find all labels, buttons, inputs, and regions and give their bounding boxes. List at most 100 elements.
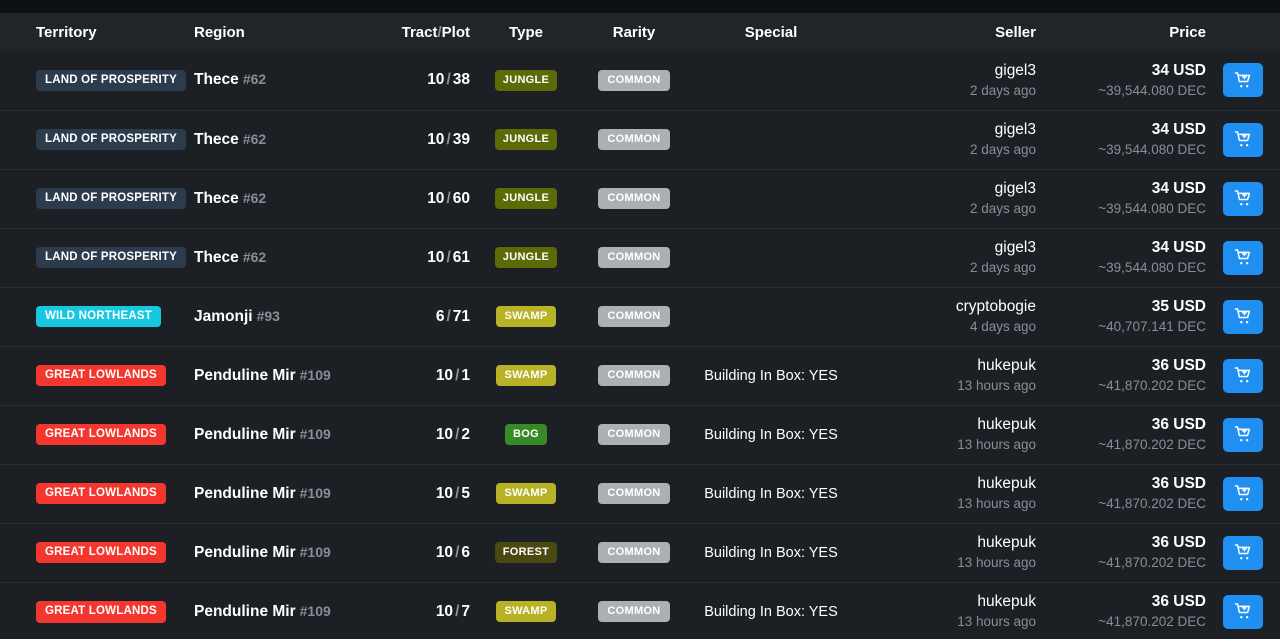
cell-tract-plot: 10/61 (360, 228, 470, 287)
column-header-region[interactable]: Region (180, 13, 360, 51)
add-to-cart-button[interactable] (1223, 122, 1263, 157)
region-id: #62 (242, 248, 267, 265)
region-name[interactable]: Thece (194, 71, 239, 88)
table-row[interactable]: GREAT LOWLANDS Penduline Mir #109 10/1 SWAMP… (0, 346, 1280, 405)
territory-badge[interactable]: GREAT LOWLANDS (36, 364, 166, 387)
rarity-badge[interactable]: COMMON (598, 542, 670, 563)
add-to-cart-button[interactable] (1223, 594, 1263, 629)
rarity-badge[interactable]: COMMON (598, 129, 670, 150)
seller-name[interactable]: gigel3 (856, 61, 1036, 82)
table-row[interactable]: LAND OF PROSPERITY Thece #62 10/61 JUNGLE COM… (0, 228, 1280, 287)
listing-timestamp: 2 days ago (969, 259, 1036, 275)
type-badge[interactable]: JUNGLE (494, 247, 558, 268)
tract-number: 10 (435, 366, 454, 384)
territory-badge[interactable]: LAND OF PROSPERITY (36, 187, 187, 210)
territory-badge[interactable]: WILD NORTHEAST (36, 305, 161, 328)
rarity-badge[interactable]: COMMON (598, 601, 670, 623)
rarity-badge[interactable]: COMMON (598, 424, 670, 445)
cell-tract-plot: 10/1 (360, 346, 470, 405)
seller-name[interactable]: hukepuk (856, 533, 1036, 554)
region-name[interactable]: Jamonji (194, 308, 253, 325)
add-to-cart-button[interactable] (1223, 240, 1263, 275)
cart-plus-icon (1234, 425, 1253, 444)
cell-price: 36 USD ~41,870.202 DEC (1036, 464, 1206, 523)
add-to-cart-button[interactable] (1223, 63, 1263, 98)
cell-tract-plot: 10/2 (360, 405, 470, 464)
add-to-cart-button[interactable] (1223, 299, 1263, 334)
territory-badge[interactable]: GREAT LOWLANDS (36, 601, 166, 623)
plot-number: 39 (452, 130, 470, 148)
seller-name[interactable]: gigel3 (856, 238, 1036, 259)
listing-timestamp: 13 hours ago (957, 377, 1036, 393)
table-row[interactable]: WILD NORTHEAST Jamonji #93 6/71 SWAMP COMMON c… (0, 287, 1280, 346)
cell-special (686, 228, 856, 287)
region-name[interactable]: Thece (194, 249, 239, 266)
region-name[interactable]: Penduline Mir (194, 603, 296, 620)
type-badge[interactable]: JUNGLE (494, 129, 558, 150)
territory-badge[interactable]: LAND OF PROSPERITY (36, 69, 187, 91)
territory-badge[interactable]: LAND OF PROSPERITY (36, 246, 187, 269)
cart-plus-icon (1234, 543, 1253, 562)
cell-territory: GREAT LOWLANDS (0, 523, 180, 582)
column-header-special[interactable]: Special (686, 13, 856, 51)
seller-name[interactable]: hukepuk (856, 474, 1036, 495)
seller-name[interactable]: gigel3 (856, 120, 1036, 141)
column-header-rarity[interactable]: Rarity (582, 13, 686, 51)
cell-rarity: COMMON (582, 228, 686, 287)
cell-seller: gigel3 2 days ago (856, 169, 1036, 228)
column-header-seller[interactable]: Seller (856, 13, 1036, 51)
territory-badge[interactable]: GREAT LOWLANDS (36, 482, 166, 505)
seller-name[interactable]: hukepuk (856, 415, 1036, 436)
add-to-cart-button[interactable] (1223, 476, 1263, 511)
region-name[interactable]: Penduline Mir (194, 485, 296, 502)
region-id: #93 (256, 307, 280, 324)
table-row[interactable]: LAND OF PROSPERITY Thece #62 10/60 JUNGLE COM… (0, 169, 1280, 228)
type-badge[interactable]: SWAMP (496, 483, 556, 504)
territory-badge[interactable]: GREAT LOWLANDS (36, 423, 166, 446)
table-body: LAND OF PROSPERITY Thece #62 10/38 JUNGLE COM… (0, 51, 1280, 639)
plot-number: 71 (452, 307, 470, 325)
column-header-type[interactable]: Type (470, 13, 582, 51)
rarity-badge[interactable]: COMMON (598, 483, 670, 504)
type-badge[interactable]: SWAMP (496, 601, 556, 623)
region-name[interactable]: Thece (194, 190, 239, 207)
add-to-cart-button[interactable] (1223, 181, 1263, 216)
add-to-cart-button[interactable] (1223, 535, 1263, 570)
type-badge[interactable]: JUNGLE (494, 69, 558, 91)
territory-badge[interactable]: LAND OF PROSPERITY (36, 128, 187, 151)
seller-info: cryptobogie 4 days ago (856, 297, 1036, 336)
seller-name[interactable]: cryptobogie (856, 297, 1036, 318)
listing-timestamp: 4 days ago (969, 318, 1036, 334)
table-row[interactable]: GREAT LOWLANDS Penduline Mir #109 10/6 FORES… (0, 523, 1280, 582)
region-name[interactable]: Penduline Mir (194, 426, 296, 443)
type-badge[interactable]: JUNGLE (494, 188, 558, 209)
rarity-badge[interactable]: COMMON (598, 306, 670, 327)
column-header-territory[interactable]: Territory (0, 13, 180, 51)
type-badge[interactable]: SWAMP (496, 306, 556, 327)
type-badge[interactable]: FOREST (494, 542, 558, 563)
type-badge[interactable]: SWAMP (496, 365, 556, 386)
territory-badge[interactable]: GREAT LOWLANDS (36, 541, 166, 564)
region-name[interactable]: Penduline Mir (194, 367, 296, 384)
type-badge[interactable]: BOG (505, 424, 547, 445)
rarity-badge[interactable]: COMMON (598, 247, 670, 268)
table-row[interactable]: GREAT LOWLANDS Penduline Mir #109 10/7 SWAMP… (0, 582, 1280, 639)
rarity-badge[interactable]: COMMON (598, 188, 670, 209)
region-name[interactable]: Thece (194, 131, 239, 148)
column-header-tract-plot[interactable]: Tract/Plot (360, 13, 470, 51)
table-row[interactable]: LAND OF PROSPERITY Thece #62 10/38 JUNGLE COM… (0, 51, 1280, 110)
rarity-badge[interactable]: COMMON (598, 365, 670, 386)
rarity-badge[interactable]: COMMON (598, 69, 670, 91)
add-to-cart-button[interactable] (1223, 358, 1263, 393)
region-name[interactable]: Penduline Mir (194, 544, 296, 561)
special-text: Building In Box: YES (704, 485, 838, 502)
column-header-price[interactable]: Price (1036, 13, 1206, 51)
seller-name[interactable]: hukepuk (856, 592, 1036, 613)
table-row[interactable]: GREAT LOWLANDS Penduline Mir #109 10/5 SWAMP… (0, 464, 1280, 523)
tract-number: 10 (427, 189, 445, 207)
seller-name[interactable]: gigel3 (856, 179, 1036, 200)
table-row[interactable]: GREAT LOWLANDS Penduline Mir #109 10/2 BOG CO… (0, 405, 1280, 464)
table-row[interactable]: LAND OF PROSPERITY Thece #62 10/39 JUNGLE COM… (0, 110, 1280, 169)
add-to-cart-button[interactable] (1223, 417, 1263, 452)
seller-name[interactable]: hukepuk (856, 356, 1036, 377)
